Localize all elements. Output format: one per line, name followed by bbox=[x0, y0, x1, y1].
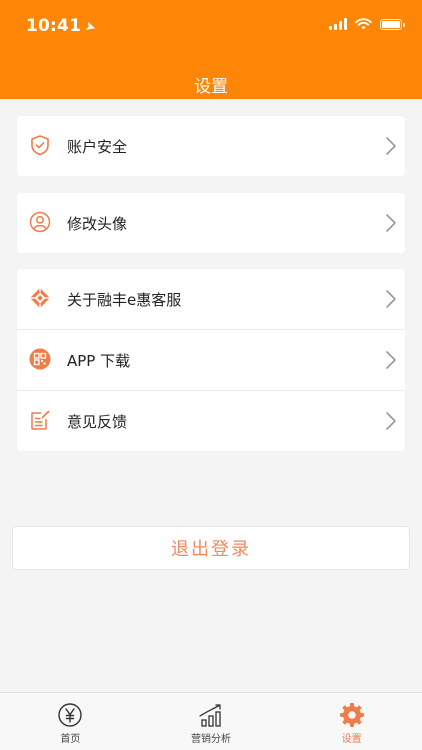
menu-item-feedback[interactable]: 意见反馈 bbox=[17, 390, 405, 451]
logout-button[interactable]: 退出登录 bbox=[12, 526, 410, 570]
menu-item-label: 意见反馈 bbox=[67, 412, 128, 431]
edit-note-icon bbox=[31, 410, 50, 430]
menu-item-account-security[interactable]: 账户安全 bbox=[17, 116, 405, 176]
tab-label: 营销分析 bbox=[191, 734, 231, 745]
status-bar-icons bbox=[329, 18, 405, 30]
tab-label: 首页 bbox=[60, 734, 81, 745]
qr-code-icon bbox=[29, 348, 51, 370]
bar-chart-trend-icon bbox=[199, 704, 221, 727]
tab-label: 设置 bbox=[341, 734, 362, 745]
menu-item-app-download[interactable]: APP 下载 bbox=[17, 329, 405, 390]
cellular-signal-icon bbox=[329, 18, 347, 30]
bottom-tab-bar: 首页 营销分析 设置 bbox=[0, 692, 422, 750]
app-header: 10:41 ➤ 设置 bbox=[0, 0, 422, 99]
yen-coin-icon bbox=[58, 703, 83, 727]
wifi-icon bbox=[355, 18, 372, 30]
menu-item-about-service[interactable]: 关于融丰e惠客服 bbox=[17, 269, 405, 329]
brand-logo-icon bbox=[30, 288, 50, 308]
shield-check-icon bbox=[31, 135, 49, 156]
chevron-right-icon bbox=[386, 412, 396, 430]
page-title: 设置 bbox=[194, 77, 228, 97]
account-security-card: 账户安全 bbox=[17, 116, 405, 176]
menu-item-change-avatar[interactable]: 修改头像 bbox=[17, 193, 405, 253]
avatar-card: 修改头像 bbox=[17, 193, 405, 253]
chevron-right-icon bbox=[386, 290, 396, 308]
battery-icon bbox=[380, 18, 405, 30]
chevron-right-icon bbox=[386, 214, 396, 232]
status-time-text: 10:41 bbox=[26, 16, 82, 36]
menu-item-label: 修改头像 bbox=[67, 214, 128, 233]
menu-item-label: 关于融丰e惠客服 bbox=[67, 290, 182, 309]
location-arrow-icon: ➤ bbox=[83, 18, 98, 37]
menu-item-label: APP 下载 bbox=[67, 351, 131, 370]
status-bar-time: 10:41 ➤ bbox=[26, 16, 98, 37]
chevron-right-icon bbox=[386, 137, 396, 155]
user-avatar-icon bbox=[29, 211, 51, 233]
tab-marketing-analysis[interactable]: 营销分析 bbox=[141, 693, 282, 750]
gear-icon bbox=[339, 703, 364, 727]
more-options-card: 关于融丰e惠客服 APP 下载 意见反馈 bbox=[17, 269, 405, 451]
chevron-right-icon bbox=[386, 351, 396, 369]
menu-item-label: 账户安全 bbox=[67, 137, 128, 156]
tab-home[interactable]: 首页 bbox=[0, 693, 141, 750]
tab-settings[interactable]: 设置 bbox=[281, 693, 422, 750]
